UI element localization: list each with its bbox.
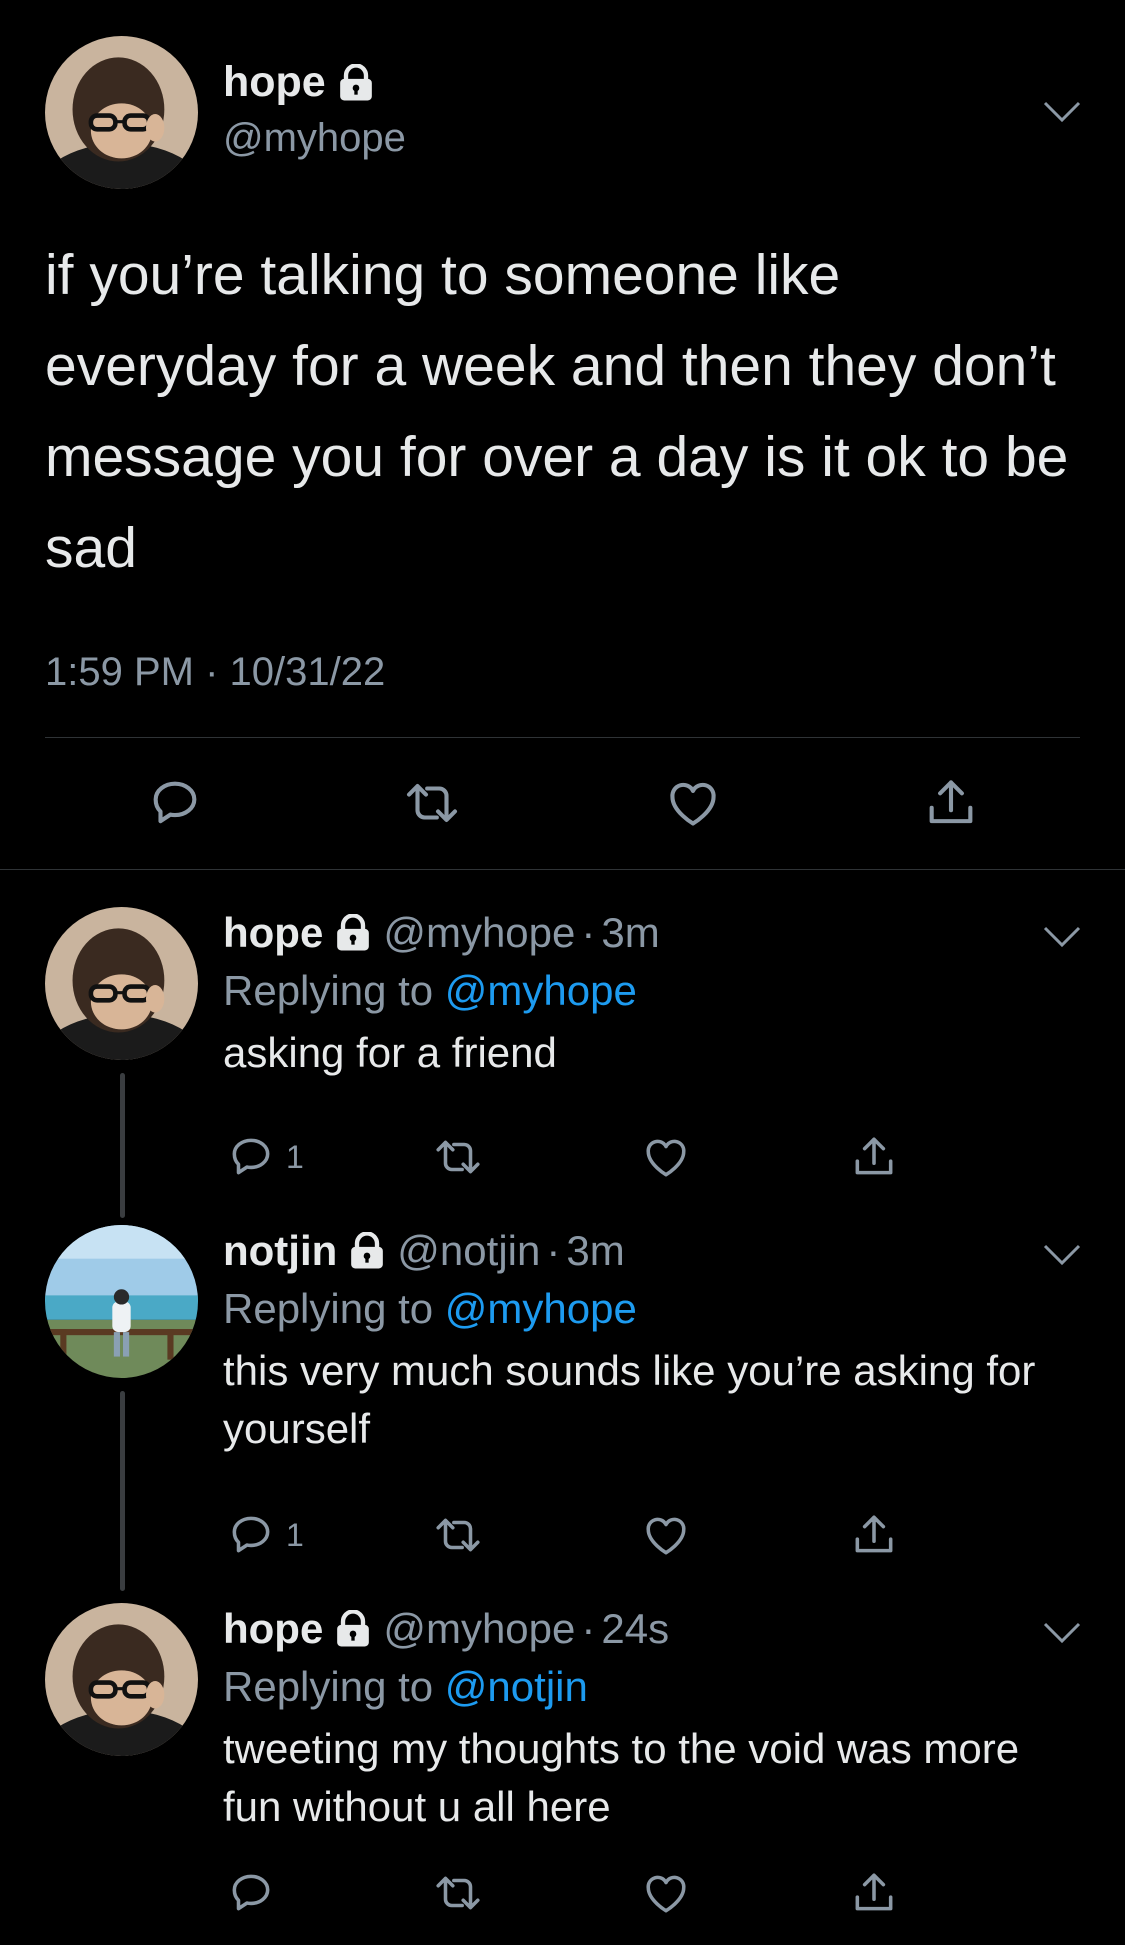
tweet-text: if you’re talking to someone like everyd… bbox=[45, 243, 1069, 580]
reply-button[interactable] bbox=[146, 774, 204, 832]
author-handle[interactable]: @myhope bbox=[223, 116, 406, 161]
retweet-button[interactable] bbox=[403, 774, 461, 832]
heart-icon bbox=[646, 1139, 686, 1177]
reply-button[interactable] bbox=[226, 1868, 276, 1918]
tweet-time[interactable]: 24s bbox=[601, 1605, 669, 1653]
like-button[interactable] bbox=[641, 1132, 691, 1182]
retweet-button[interactable] bbox=[433, 1132, 483, 1182]
reply-header: notjin @notjin · 3m bbox=[223, 1227, 625, 1275]
avatar-photo bbox=[45, 907, 198, 1060]
retweet-icon bbox=[436, 1876, 480, 1910]
replying-to: Replying to @myhope bbox=[223, 967, 637, 1015]
replying-to-label: Replying to bbox=[223, 1285, 434, 1332]
lock-icon bbox=[333, 914, 373, 952]
tweet-text: tweeting my thoughts to the void was mor… bbox=[223, 1725, 1020, 1830]
retweet-icon bbox=[436, 1518, 480, 1552]
share-button[interactable] bbox=[849, 1132, 899, 1182]
reply-tweet[interactable]: hope @myhope · 24s Replying to @notjin t… bbox=[0, 1603, 1125, 1943]
share-icon bbox=[855, 1515, 893, 1553]
replying-to-mention[interactable]: @notjin bbox=[445, 1663, 588, 1710]
share-icon bbox=[855, 1873, 893, 1911]
tweet-time[interactable]: 3m bbox=[601, 909, 659, 957]
share-icon bbox=[855, 1137, 893, 1175]
chevron-down-icon[interactable] bbox=[1042, 99, 1082, 125]
replying-to-label: Replying to bbox=[223, 1663, 434, 1710]
avatar[interactable] bbox=[45, 1225, 198, 1378]
tweet-text: this very much sounds like you’re asking… bbox=[223, 1347, 1036, 1452]
share-button[interactable] bbox=[849, 1510, 899, 1560]
avatar-photo bbox=[45, 1225, 198, 1378]
heart-icon bbox=[646, 1875, 686, 1913]
author-handle[interactable]: @myhope bbox=[383, 1605, 575, 1653]
author-name[interactable]: hope bbox=[223, 1605, 323, 1653]
retweet-icon bbox=[436, 1140, 480, 1174]
replying-to: Replying to @notjin bbox=[223, 1663, 588, 1711]
share-button[interactable] bbox=[922, 774, 980, 832]
thread-line bbox=[120, 1391, 125, 1591]
like-button[interactable] bbox=[641, 1868, 691, 1918]
like-button[interactable] bbox=[664, 774, 722, 832]
reply-icon bbox=[232, 1874, 270, 1911]
reply-icon bbox=[232, 1138, 270, 1175]
author-name[interactable]: hope bbox=[223, 909, 323, 957]
lock-icon bbox=[333, 1610, 373, 1648]
reply-header: hope @myhope · 24s bbox=[223, 1605, 669, 1653]
avatar[interactable] bbox=[45, 907, 198, 1060]
author-name-row[interactable]: hope bbox=[223, 58, 376, 107]
reply-button[interactable]: 1 bbox=[226, 1132, 304, 1182]
reply-tweet[interactable]: notjin @notjin · 3m Replying to @myhope … bbox=[0, 1225, 1125, 1591]
tweet-time: 1:59 PM bbox=[45, 650, 194, 694]
divider bbox=[0, 869, 1125, 870]
main-tweet[interactable]: hope @myhope if you’re talking to someon… bbox=[0, 0, 1125, 870]
tweet-actions bbox=[0, 1868, 1125, 1918]
author-handle[interactable]: @notjin bbox=[397, 1227, 540, 1275]
avatar-photo bbox=[45, 1603, 198, 1756]
reply-button[interactable]: 1 bbox=[226, 1510, 304, 1560]
author-handle[interactable]: @myhope bbox=[383, 909, 575, 957]
replying-to-mention[interactable]: @myhope bbox=[445, 967, 637, 1014]
like-button[interactable] bbox=[641, 1510, 691, 1560]
tweet-actions: 1 bbox=[0, 1132, 1125, 1182]
reply-icon bbox=[153, 781, 197, 824]
reply-count: 1 bbox=[286, 1138, 304, 1175]
lock-icon bbox=[347, 1232, 387, 1270]
chevron-down-icon[interactable] bbox=[1042, 924, 1082, 950]
lock-icon bbox=[336, 63, 376, 102]
share-button[interactable] bbox=[849, 1868, 899, 1918]
avatar[interactable] bbox=[45, 1603, 198, 1756]
heart-icon bbox=[646, 1517, 686, 1555]
replying-to-mention[interactable]: @myhope bbox=[445, 1285, 637, 1332]
tweet-time[interactable]: 3m bbox=[566, 1227, 624, 1275]
meta-separator: · bbox=[546, 1227, 561, 1274]
meta-separator: · bbox=[581, 1605, 596, 1652]
retweet-button[interactable] bbox=[433, 1868, 483, 1918]
tweet-date: 10/31/22 bbox=[229, 650, 386, 694]
meta-separator: · bbox=[205, 650, 219, 694]
reply-icon bbox=[232, 1516, 270, 1553]
chevron-down-icon[interactable] bbox=[1042, 1620, 1082, 1646]
reply-header: hope @myhope · 3m bbox=[223, 909, 660, 957]
meta-separator: · bbox=[581, 909, 596, 956]
heart-icon bbox=[670, 782, 716, 826]
chevron-down-icon[interactable] bbox=[1042, 1242, 1082, 1268]
tweet-actions: 1 bbox=[0, 1510, 1125, 1560]
author-name[interactable]: notjin bbox=[223, 1227, 337, 1275]
avatar[interactable] bbox=[45, 36, 198, 189]
replying-to-label: Replying to bbox=[223, 967, 434, 1014]
tweet-text: asking for a friend bbox=[223, 1029, 557, 1076]
divider bbox=[45, 737, 1080, 738]
retweet-button[interactable] bbox=[433, 1510, 483, 1560]
reply-count: 1 bbox=[286, 1516, 304, 1553]
author-name[interactable]: hope bbox=[223, 58, 326, 107]
share-icon bbox=[929, 780, 973, 824]
reply-tweet[interactable]: hope @myhope · 3m Replying to @myhope as… bbox=[0, 907, 1125, 1218]
retweet-icon bbox=[406, 784, 458, 822]
replying-to: Replying to @myhope bbox=[223, 1285, 637, 1333]
tweet-thread: hope @myhope if you’re talking to someon… bbox=[0, 0, 1125, 1945]
tweet-actions bbox=[0, 774, 1125, 834]
avatar-photo bbox=[45, 36, 198, 189]
tweet-timestamp[interactable]: 1:59 PM · 10/31/22 bbox=[45, 650, 385, 695]
